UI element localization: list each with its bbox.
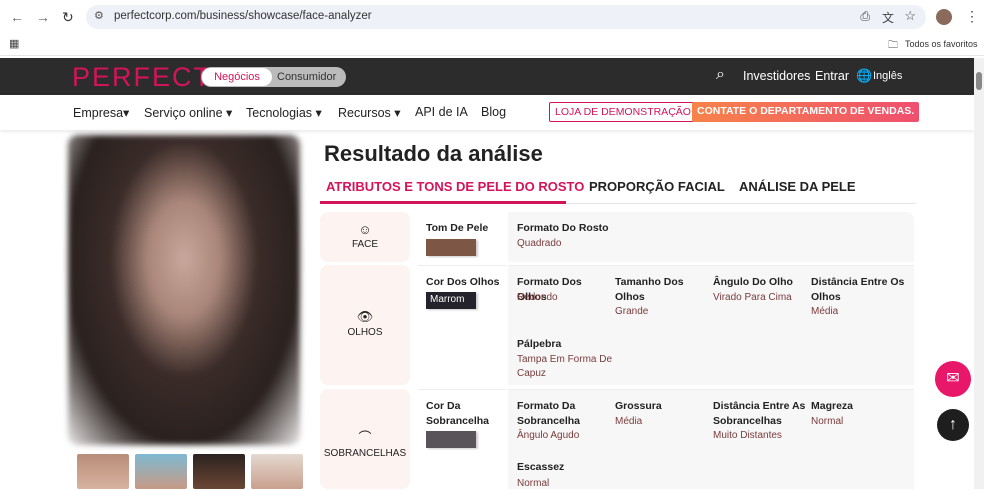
mail-icon: ✉ xyxy=(946,370,960,387)
tab-proportion[interactable]: PROPORÇÃO FACIAL xyxy=(589,179,725,194)
sample-thumbnail[interactable] xyxy=(77,454,129,489)
attr-label: Distância Entre Os Olhos xyxy=(811,276,905,303)
category-face: ☺ FACE xyxy=(320,212,410,262)
install-icon[interactable]: ⎙ xyxy=(860,9,870,24)
browser-toolbar: ← → ↻ ⚙ perfectcorp.com/business/showcas… xyxy=(0,0,984,34)
attr-value: Média xyxy=(615,416,643,427)
tab-attributes[interactable]: ATRIBUTOS E TONS DE PELE DO ROSTO xyxy=(326,179,584,194)
contact-mail-button[interactable]: ✉ xyxy=(935,361,971,397)
nav-empresa[interactable]: Empresa▾ xyxy=(73,105,129,120)
back-icon[interactable]: ← xyxy=(10,9,24,25)
main-nav: Empresa▾ Serviço online ▾ Tecnologias ▾ … xyxy=(0,95,974,130)
apps-icon[interactable]: ▦ xyxy=(9,37,19,50)
site-info-icon[interactable]: ⚙ xyxy=(94,9,104,22)
search-icon[interactable]: ⌕ xyxy=(716,66,725,84)
attr-label: Escassez xyxy=(517,461,565,473)
translate-icon[interactable]: 文 xyxy=(882,9,894,26)
scrollbar-thumb[interactable] xyxy=(976,72,982,90)
reload-icon[interactable]: ↻ xyxy=(62,9,74,26)
tab-skin[interactable]: ANÁLISE DA PELE xyxy=(739,179,856,194)
page-title: Resultado da análise xyxy=(324,141,543,166)
attr-label: Formato Do Rosto xyxy=(517,222,609,234)
sample-thumbnail[interactable] xyxy=(251,454,303,489)
all-bookmarks[interactable]: Todos os favoritos xyxy=(905,39,978,49)
nav-api[interactable]: API de IA xyxy=(415,105,468,119)
sample-thumbnail[interactable] xyxy=(135,454,187,489)
forward-icon[interactable]: → xyxy=(36,9,50,25)
face-attrs: Formato Do Rosto Quadrado xyxy=(508,212,914,262)
category-label: FACE xyxy=(351,239,379,250)
category-eyebrows: ⌒ SOBRANCELHAS xyxy=(320,389,410,489)
bookmarks-bar: ▦ 🗀 Todos os favoritos xyxy=(0,34,984,56)
attr-label: Magreza xyxy=(811,400,854,412)
contact-sales-button[interactable]: CONTATE O DEPARTAMENTO DE VENDAS. xyxy=(692,102,920,122)
globe-icon: 🌐 xyxy=(856,68,873,83)
attr-value: Tampa Em Forma De Capuz xyxy=(517,354,613,379)
language-selector[interactable]: Inglês xyxy=(873,70,902,82)
nav-recursos[interactable]: Recursos ▾ xyxy=(338,105,401,120)
seg-business[interactable]: Negócios xyxy=(202,68,272,86)
face-icon: ☺ xyxy=(358,222,372,237)
profile-avatar[interactable] xyxy=(936,9,952,25)
address-bar[interactable]: ⚙ perfectcorp.com/business/showcase/face… xyxy=(86,5,926,29)
analyzed-photo xyxy=(68,135,300,445)
attr-label: Pálpebra xyxy=(517,338,562,350)
brow-color-swatch xyxy=(426,431,476,448)
audience-toggle[interactable]: Negócios Consumidor xyxy=(201,67,346,87)
eyes-color-cell: Cor Dos Olhos Marrom xyxy=(418,265,506,385)
brows-attrs: Formato Da Sobrancelha Ângulo Agudo Gros… xyxy=(508,389,914,489)
investors-link[interactable]: Investidores xyxy=(743,69,810,83)
attr-value: Muito Distantes xyxy=(713,430,782,441)
attr-value: Grande xyxy=(615,306,649,317)
nav-servico-online[interactable]: Serviço online ▾ xyxy=(144,105,232,120)
active-tab-indicator xyxy=(320,201,566,204)
attr-label: Cor Da Sobrancelha xyxy=(426,400,490,427)
site-header: PERFECT Negócios Consumidor ⌕ Investidor… xyxy=(0,58,974,95)
face-color-cell: Tom De Pele xyxy=(418,212,506,262)
folder-icon: 🗀 xyxy=(888,40,898,51)
sample-thumbnail[interactable] xyxy=(193,454,245,489)
attr-value: Redondo xyxy=(517,292,558,303)
category-label: SOBRANCELHAS xyxy=(323,448,407,459)
brows-color-cell: Cor Da Sobrancelha xyxy=(418,389,506,489)
seg-consumer[interactable]: Consumidor xyxy=(277,68,336,86)
attr-label: Grossura xyxy=(615,400,662,412)
attr-value: Virado Para Cima xyxy=(713,292,792,303)
eye-icon: 👁 xyxy=(356,309,374,324)
attr-value: Quadrado xyxy=(517,238,562,249)
attr-label: Ângulo Do Olho xyxy=(713,276,793,288)
login-link[interactable]: Entrar xyxy=(815,69,849,83)
category-eyes: 👁 OLHOS xyxy=(320,265,410,385)
nav-tecnologias[interactable]: Tecnologias ▾ xyxy=(246,105,322,120)
eyebrow-icon: ⌒ xyxy=(358,430,372,445)
demo-store-button[interactable]: LOJA DE DEMONSTRAÇÃO xyxy=(549,102,697,122)
attr-value: Normal xyxy=(811,416,844,427)
scrollbar[interactable] xyxy=(974,58,984,489)
logo[interactable]: PERFECT xyxy=(72,62,212,93)
nav-blog[interactable]: Blog xyxy=(481,105,506,119)
skin-tone-swatch xyxy=(426,239,476,256)
url-text: perfectcorp.com/business/showcase/face-a… xyxy=(114,10,372,22)
category-label: OLHOS xyxy=(347,327,383,338)
arrow-up-icon: ↑ xyxy=(949,416,957,433)
eyes-attrs: Formato Dos Olhos Redondo Tamanho Dos Ol… xyxy=(508,265,914,385)
attr-label: Tamanho Dos Olhos xyxy=(615,276,684,303)
attr-label: Formato Da Sobrancelha xyxy=(517,400,581,427)
attr-value: Ângulo Agudo xyxy=(517,430,580,441)
back-to-top-button[interactable]: ↑ xyxy=(937,409,969,441)
attr-value: Média xyxy=(811,306,839,317)
eye-color-swatch: Marrom xyxy=(426,292,476,309)
bookmark-star-icon[interactable]: ☆ xyxy=(904,8,916,24)
attr-label: Distância Entre As Sobrancelhas xyxy=(713,400,806,427)
menu-icon[interactable]: ⋮ xyxy=(965,8,979,25)
